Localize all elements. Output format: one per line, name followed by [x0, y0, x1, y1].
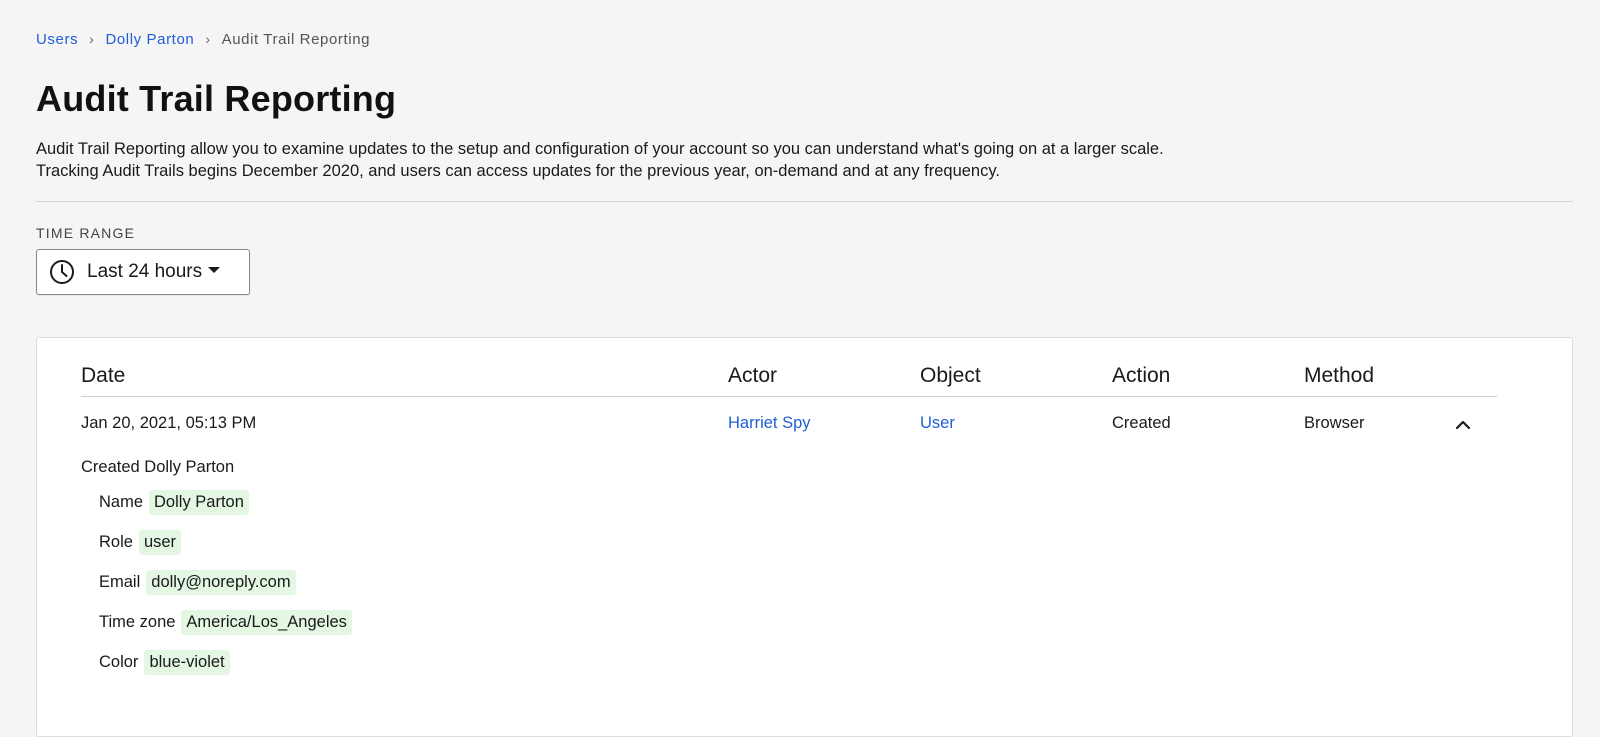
detail-label: Color: [99, 652, 139, 671]
details-title: Created Dolly Parton: [81, 458, 235, 476]
detail-value: Dolly Parton: [149, 489, 249, 515]
detail-field: Time zone America/Los_Angeles: [99, 607, 352, 637]
detail-label: Time zone: [99, 612, 176, 631]
column-header-method: Method: [1304, 364, 1375, 387]
page-description: Audit Trail Reporting allow you to exami…: [36, 140, 1164, 180]
detail-field: Name Dolly Parton: [99, 487, 352, 517]
row-details: Created Dolly Parton Name Dolly Parton R…: [81, 458, 352, 678]
divider: [36, 201, 1573, 202]
time-range-label: TIME RANGE: [36, 225, 136, 241]
page-title: Audit Trail Reporting: [36, 78, 397, 119]
row-date: Jan 20, 2021, 05:13 PM: [81, 414, 257, 432]
caret-down-icon: [208, 267, 221, 273]
row-method: Browser: [1304, 414, 1365, 432]
breadcrumb-users-link[interactable]: Users: [36, 31, 78, 48]
column-header-object: Object: [920, 364, 981, 387]
detail-value: user: [138, 529, 182, 555]
row-action: Created: [1112, 414, 1171, 432]
detail-field: Color blue-violet: [99, 647, 352, 677]
detail-label: Role: [99, 532, 133, 551]
column-header-action: Action: [1112, 364, 1171, 387]
column-header-date: Date: [81, 364, 126, 387]
detail-value: dolly@noreply.com: [146, 569, 296, 595]
breadcrumb: Users › Dolly Parton › Audit Trail Repor…: [36, 30, 1572, 48]
breadcrumb-separator: ›: [89, 31, 95, 47]
breadcrumb-user-link[interactable]: Dolly Parton: [105, 31, 194, 48]
breadcrumb-current: Audit Trail Reporting: [221, 30, 371, 48]
clock-icon: [49, 259, 75, 285]
table-header: Date Actor Object Action Method: [81, 364, 1497, 397]
detail-field: Email dolly@noreply.com: [99, 567, 352, 597]
time-range-dropdown[interactable]: Last 24 hours: [36, 249, 250, 295]
detail-label: Name: [99, 492, 144, 511]
detail-field: Role user: [99, 527, 352, 557]
breadcrumb-separator: ›: [205, 31, 211, 47]
chevron-up-icon[interactable]: [1455, 418, 1471, 432]
detail-value: America/Los_Angeles: [181, 609, 352, 635]
detail-label: Email: [99, 572, 141, 591]
row-object-link[interactable]: User: [920, 414, 955, 433]
row-actor-link[interactable]: Harriet Spy: [728, 414, 811, 433]
column-header-actor: Actor: [728, 364, 778, 387]
time-range-value: Last 24 hours: [87, 261, 203, 282]
detail-value: blue-violet: [144, 649, 230, 675]
audit-table-card: Date Actor Object Action Method Jan 20, …: [36, 337, 1573, 737]
table-row[interactable]: Jan 20, 2021, 05:13 PM Harriet Spy User …: [81, 414, 1497, 440]
